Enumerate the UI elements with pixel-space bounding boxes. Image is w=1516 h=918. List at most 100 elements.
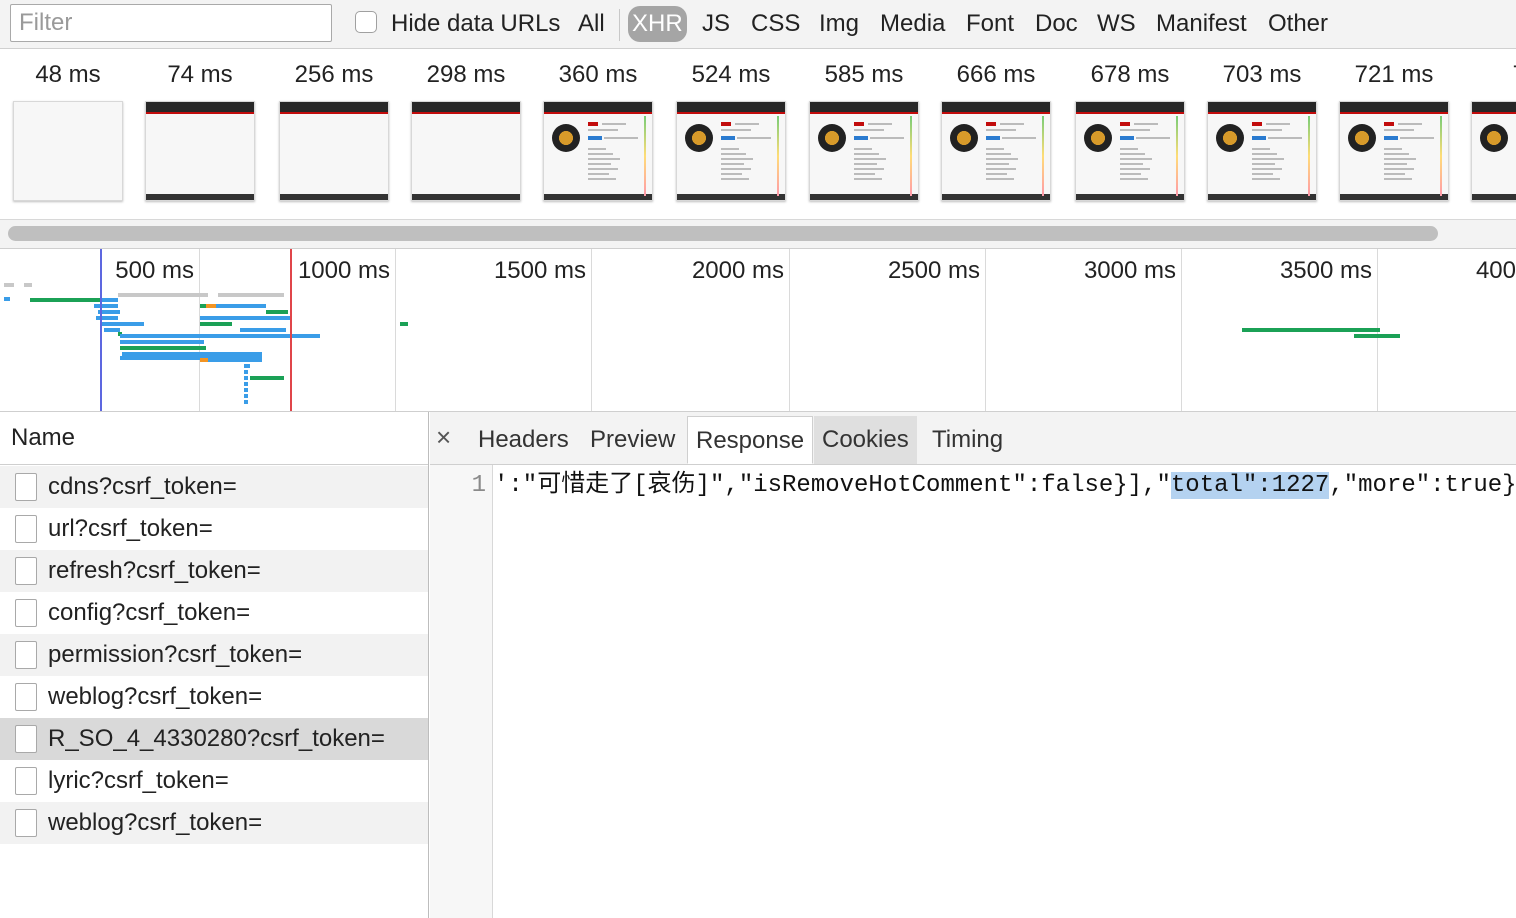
tab-response[interactable]: Response bbox=[687, 416, 814, 464]
timeline-tick-label: 3500 ms bbox=[1279, 257, 1372, 284]
request-name: cdns?csrf_token= bbox=[48, 473, 237, 500]
timeline-gridline bbox=[395, 249, 396, 411]
filmstrip-frame[interactable]: 298 ms bbox=[411, 49, 521, 219]
waterfall-bar bbox=[250, 376, 284, 380]
timeline-gridline bbox=[789, 249, 790, 411]
filmstrip-frame[interactable]: 721 ms bbox=[1339, 49, 1449, 219]
type-filter-other[interactable]: Other bbox=[1268, 6, 1328, 42]
page-screenshot-thumbnail bbox=[279, 101, 389, 201]
request-row[interactable]: lyric?csrf_token= bbox=[0, 760, 428, 802]
filmstrip-frame[interactable]: 678 ms bbox=[1075, 49, 1185, 219]
filmstrip-frame[interactable]: 585 ms bbox=[809, 49, 919, 219]
request-name: url?csrf_token= bbox=[48, 515, 213, 542]
response-viewer[interactable]: 1 ':"可惜走了[哀伤]","isRemoveHotComment":fals… bbox=[430, 465, 1516, 918]
type-filter-ws[interactable]: WS bbox=[1097, 6, 1136, 42]
waterfall-bar bbox=[240, 328, 286, 332]
request-row[interactable]: R_SO_4_4330280?csrf_token= bbox=[0, 718, 428, 760]
frame-time-label: 524 ms bbox=[691, 61, 771, 88]
filmstrip-frame[interactable]: 360 ms bbox=[543, 49, 653, 219]
type-filter-media[interactable]: Media bbox=[880, 6, 945, 42]
page-screenshot-thumbnail bbox=[145, 101, 255, 201]
page-screenshot-thumbnail bbox=[1075, 101, 1185, 201]
code-text: ':"可惜走了[哀伤]","isRemoveHotComment":false}… bbox=[494, 472, 1171, 499]
tab-cookies[interactable]: Cookies bbox=[814, 416, 917, 464]
hide-data-urls-label[interactable]: Hide data URLs bbox=[391, 10, 560, 38]
waterfall-bar bbox=[400, 322, 408, 326]
name-column-header[interactable]: Name bbox=[0, 412, 428, 465]
filmstrip-frame[interactable]: 666 ms bbox=[941, 49, 1051, 219]
filmstrip-frame[interactable]: 524 ms bbox=[676, 49, 786, 219]
filter-input[interactable] bbox=[10, 4, 332, 42]
frame-time-label: 721 ms bbox=[1354, 61, 1434, 88]
timeline-tick-label: 3000 ms bbox=[1083, 257, 1176, 284]
hide-data-urls-checkbox[interactable] bbox=[355, 11, 377, 33]
request-row[interactable]: weblog?csrf_token= bbox=[0, 802, 428, 844]
filmstrip-frame[interactable]: 256 ms bbox=[279, 49, 389, 219]
request-row[interactable]: url?csrf_token= bbox=[0, 508, 428, 550]
waterfall-bar bbox=[266, 310, 288, 314]
filmstrip-frame[interactable]: 703 ms bbox=[1207, 49, 1317, 219]
type-filter-doc[interactable]: Doc bbox=[1035, 6, 1078, 42]
timeline-gridline bbox=[591, 249, 592, 411]
code-selection: total":1227 bbox=[1170, 472, 1330, 499]
page-screenshot-thumbnail bbox=[543, 101, 653, 201]
request-row[interactable]: permission?csrf_token= bbox=[0, 634, 428, 676]
type-filter-all[interactable]: All bbox=[578, 6, 605, 42]
screenshot-filmstrip: 48 ms 74 ms 256 ms 298 ms 360 ms 524 ms 585 ms… bbox=[0, 49, 1516, 220]
filter-divider bbox=[619, 9, 620, 41]
tab-headers[interactable]: Headers bbox=[470, 416, 577, 464]
timeline-gridline bbox=[1181, 249, 1182, 411]
document-icon bbox=[15, 767, 37, 795]
timeline-tick-label: 2500 ms bbox=[887, 257, 980, 284]
request-row[interactable]: cdns?csrf_token= bbox=[0, 466, 428, 508]
request-detail-pane: × Headers Preview Response Cookies Timin… bbox=[430, 412, 1516, 918]
waterfall-bar bbox=[244, 376, 248, 380]
type-filter-xhr[interactable]: XHR bbox=[628, 6, 687, 42]
timeline-tick-label: 2000 ms bbox=[691, 257, 784, 284]
request-row[interactable]: config?csrf_token= bbox=[0, 592, 428, 634]
waterfall-bar bbox=[118, 293, 208, 297]
timeline-tick-label: 400 bbox=[1475, 257, 1516, 284]
tab-preview[interactable]: Preview bbox=[582, 416, 683, 464]
frame-time-label: 360 ms bbox=[558, 61, 638, 88]
frame-time-label: 678 ms bbox=[1090, 61, 1170, 88]
frame-time-label: 666 ms bbox=[956, 61, 1036, 88]
response-code-line[interactable]: ':"可惜走了[哀伤]","isRemoveHotComment":false}… bbox=[494, 472, 1516, 500]
type-filter-manifest[interactable]: Manifest bbox=[1156, 6, 1247, 42]
waterfall-bar bbox=[100, 322, 144, 326]
filmstrip-frame[interactable]: 74 ms bbox=[145, 49, 255, 219]
waterfall-bar bbox=[120, 346, 206, 350]
filmstrip-scrollbar[interactable] bbox=[0, 220, 1516, 249]
request-name: R_SO_4_4330280?csrf_token= bbox=[48, 725, 385, 752]
waterfall-bar bbox=[236, 316, 290, 320]
request-name: weblog?csrf_token= bbox=[48, 809, 263, 836]
filmstrip-frame[interactable]: 74 bbox=[1471, 49, 1516, 219]
tab-timing[interactable]: Timing bbox=[924, 416, 1011, 464]
network-overview-timeline[interactable]: 500 ms 1000 ms 1500 ms 2000 ms 2500 ms 3000 m… bbox=[0, 249, 1516, 412]
type-filter-img[interactable]: Img bbox=[819, 6, 859, 42]
type-filter-css[interactable]: CSS bbox=[751, 6, 800, 42]
timeline-tick-label: 1500 ms bbox=[493, 257, 586, 284]
document-icon bbox=[15, 515, 37, 543]
request-name: permission?csrf_token= bbox=[48, 641, 303, 668]
type-filter-font[interactable]: Font bbox=[966, 6, 1014, 42]
filter-bar: Hide data URLs All XHR JS CSS Img Media … bbox=[0, 0, 1516, 49]
request-row[interactable]: weblog?csrf_token= bbox=[0, 676, 428, 718]
timeline-gridline bbox=[985, 249, 986, 411]
filmstrip-frame[interactable]: 48 ms bbox=[13, 49, 123, 219]
waterfall-bar bbox=[216, 304, 266, 308]
waterfall-bar bbox=[244, 364, 250, 368]
type-filter-js[interactable]: JS bbox=[702, 6, 730, 42]
close-icon[interactable]: × bbox=[436, 423, 451, 451]
waterfall-bar bbox=[100, 298, 118, 302]
page-screenshot-thumbnail bbox=[1339, 101, 1449, 201]
filmstrip-scroll-thumb[interactable] bbox=[8, 226, 1438, 241]
waterfall-bar bbox=[244, 394, 248, 398]
waterfall-bar bbox=[1354, 334, 1400, 338]
request-name: config?csrf_token= bbox=[48, 599, 251, 626]
page-screenshot-thumbnail bbox=[1207, 101, 1317, 201]
waterfall-bar bbox=[30, 298, 100, 302]
timeline-tick-label: 500 ms bbox=[115, 257, 194, 284]
request-row[interactable]: refresh?csrf_token= bbox=[0, 550, 428, 592]
waterfall-bar bbox=[120, 340, 204, 344]
